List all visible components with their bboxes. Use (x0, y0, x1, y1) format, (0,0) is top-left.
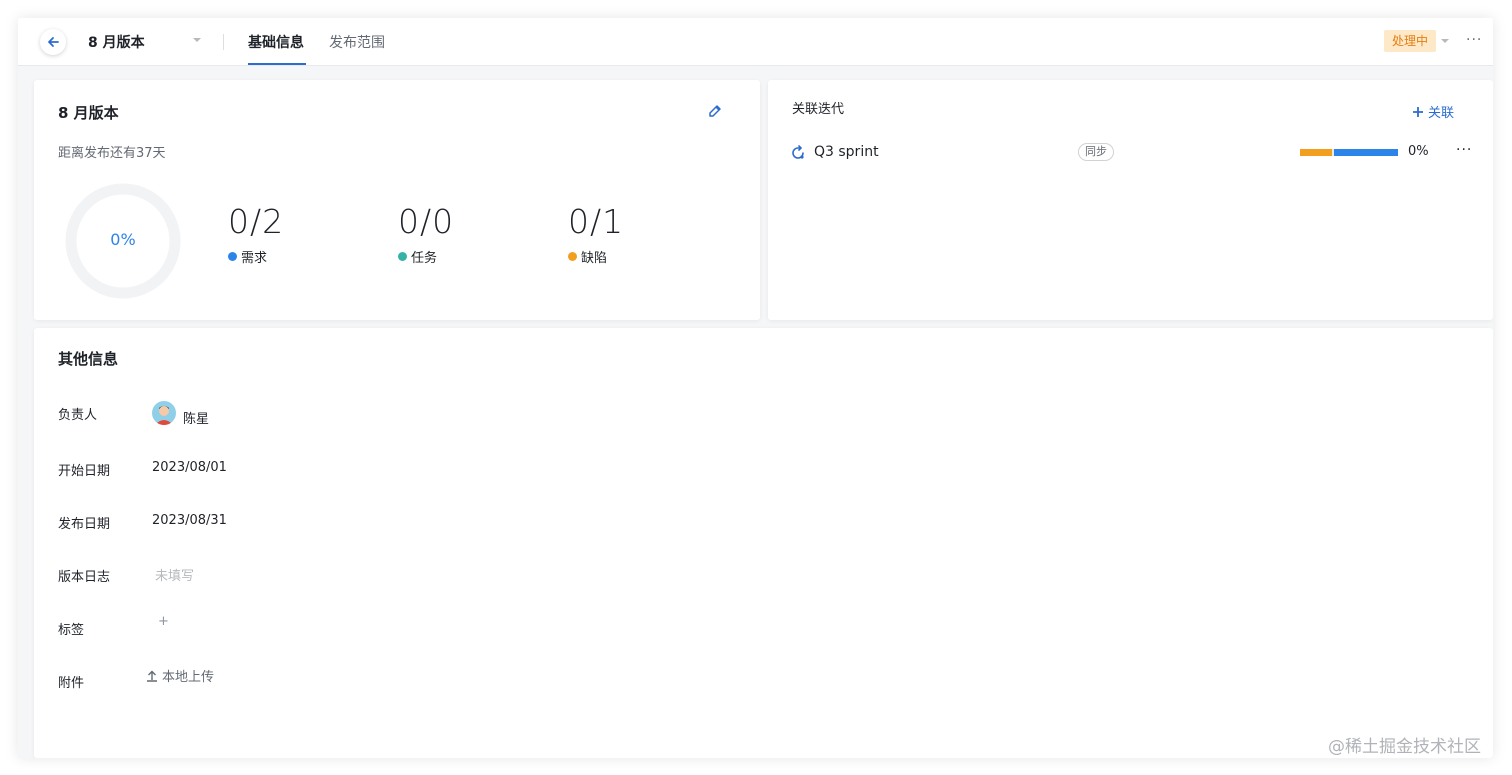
local-upload-button[interactable]: 本地上传 (146, 666, 214, 685)
watermark: @稀土掘金技术社区 (1328, 737, 1481, 757)
release-log-input[interactable]: 未填写 (155, 565, 194, 584)
stat-bugs[interactable]: 0/1 缺陷 (568, 202, 624, 266)
release-date-label: 发布日期 (58, 517, 111, 532)
user-avatar-icon (155, 406, 173, 425)
stat-requirements[interactable]: 0/2 需求 (228, 202, 284, 266)
upload-icon (147, 670, 157, 682)
iteration-progress-bar (1300, 149, 1398, 156)
other-info-card: 其他信息 负责人 陈星 开始日期 2023/08/01 发布日期 2023/08… (34, 328, 1493, 758)
active-tab-indicator (248, 63, 306, 65)
linked-iterations-card: 关联迭代 关联 Q3 sprint 同步 0% ··· (768, 80, 1493, 320)
arrow-left-icon (48, 37, 59, 47)
iteration-cycle-icon (792, 145, 804, 159)
status-chevron-down-icon[interactable] (1440, 38, 1450, 44)
add-tag-button[interactable]: + (158, 614, 169, 629)
status-badge[interactable]: 处理中 (1384, 30, 1437, 52)
progress-percentage: 0% (110, 230, 136, 249)
version-title[interactable]: 8 月版本 (88, 32, 145, 52)
tab-basic-info[interactable]: 基础信息 (248, 32, 304, 52)
overview-title: 8 月版本 (58, 104, 119, 122)
progress-segment-blue (1334, 149, 1398, 156)
header-bar: 8 月版本 基础信息 发布范围 处理中 ··· (18, 18, 1493, 66)
avatar[interactable] (152, 401, 176, 425)
release-log-label: 版本日志 (58, 570, 111, 585)
upload-label: 本地上传 (162, 670, 215, 685)
iteration-name[interactable]: Q3 sprint (814, 144, 879, 160)
owner-value[interactable]: 陈星 (183, 408, 209, 427)
start-date-value[interactable]: 2023/08/01 (152, 460, 227, 475)
sync-badge[interactable]: 同步 (1078, 143, 1114, 161)
back-button[interactable] (40, 29, 66, 55)
tab-release-scope[interactable]: 发布范围 (329, 32, 385, 52)
release-detail-window: 8 月版本 基础信息 发布范围 处理中 ··· 8 月版本 距离发布还有37天 … (18, 18, 1493, 758)
release-date-value[interactable]: 2023/08/31 (152, 513, 227, 528)
chevron-down-icon[interactable] (192, 37, 202, 43)
owner-label: 负责人 (58, 408, 98, 423)
days-remaining: 距离发布还有37天 (58, 146, 166, 161)
stat-label: 任务 (411, 251, 438, 266)
progress-segment-orange (1300, 149, 1332, 156)
stat-value: 0/1 (568, 202, 625, 241)
stat-legend: 缺陷 (568, 247, 624, 266)
iterations-title: 关联迭代 (792, 102, 845, 117)
stat-value: 0/0 (398, 202, 455, 241)
iteration-progress-label: 0% (1408, 144, 1429, 159)
stat-tasks[interactable]: 0/0 任务 (398, 202, 454, 266)
header-divider (223, 34, 224, 50)
attachments-label: 附件 (58, 676, 85, 691)
stat-label: 缺陷 (581, 251, 608, 266)
plus-icon (1413, 106, 1423, 117)
tags-label: 标签 (58, 623, 85, 638)
iteration-more-button[interactable]: ··· (1456, 142, 1472, 158)
stat-value: 0/2 (228, 202, 285, 241)
start-date-label: 开始日期 (58, 464, 111, 479)
stat-label: 需求 (241, 251, 268, 266)
more-options-button[interactable]: ··· (1466, 32, 1482, 48)
stat-legend: 任务 (398, 247, 454, 266)
stat-legend: 需求 (228, 247, 284, 266)
link-iteration-label: 关联 (1428, 106, 1455, 121)
overview-card: 8 月版本 距离发布还有37天 0% 0/2 需求 0/0 任务 0/1 缺陷 (34, 80, 760, 320)
legend-dot (228, 252, 237, 261)
other-info-title: 其他信息 (58, 350, 119, 368)
legend-dot (398, 252, 407, 261)
legend-dot (568, 252, 577, 261)
link-iteration-button[interactable]: 关联 (1412, 102, 1454, 121)
pencil-icon[interactable] (708, 104, 722, 118)
